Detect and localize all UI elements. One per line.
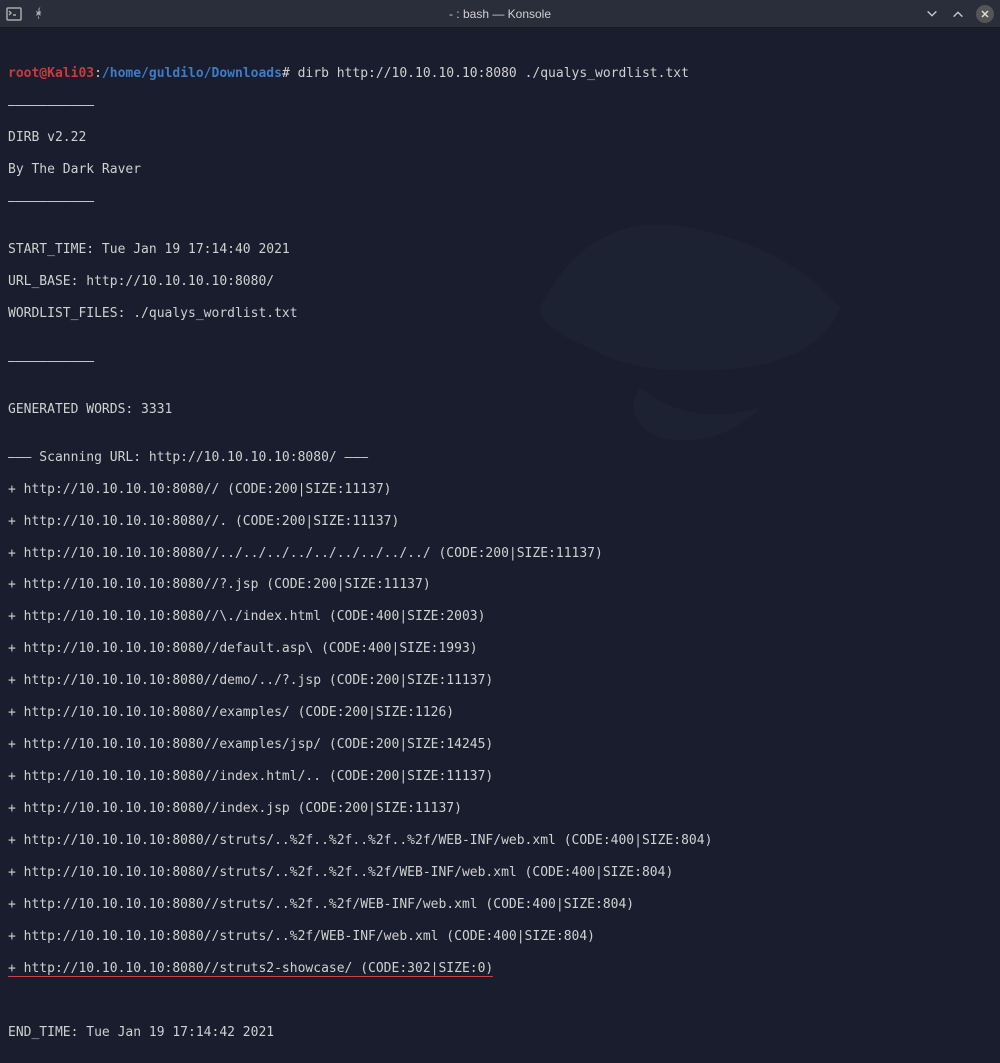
output-line: GENERATED WORDS: 3331	[8, 402, 992, 418]
output-line: + http://10.10.10.10:8080//. (CODE:200|S…	[8, 514, 992, 530]
output-line: START_TIME: Tue Jan 19 17:14:40 2021	[8, 242, 992, 258]
output-line: + http://10.10.10.10:8080//struts/..%2f.…	[8, 897, 992, 913]
output-line: + http://10.10.10.10:8080//examples/ (CO…	[8, 705, 992, 721]
output-line: + http://10.10.10.10:8080//struts/..%2f.…	[8, 865, 992, 881]
prompt-line: root@Kali03:/home/guldilo/Downloads# dir…	[8, 66, 689, 81]
output-line: + http://10.10.10.10:8080//default.asp\ …	[8, 641, 992, 657]
output-line: + http://10.10.10.10:8080//../../../../.…	[8, 546, 992, 562]
output-line-highlighted: + http://10.10.10.10:8080//struts2-showc…	[8, 961, 992, 977]
terminal-icon	[6, 6, 22, 22]
prompt-path: /home/guldilo/Downloads	[102, 66, 282, 81]
output-line: + http://10.10.10.10:8080//index.jsp (CO…	[8, 801, 992, 817]
window-titlebar: - : bash — Konsole	[0, 0, 1000, 28]
output-line: ———————————	[8, 194, 992, 210]
output-line: ———————————	[8, 98, 992, 114]
output-line: + http://10.10.10.10:8080//struts/..%2f.…	[8, 833, 992, 849]
window-title: - : bash — Konsole	[449, 7, 551, 21]
minimize-button[interactable]	[924, 6, 940, 22]
prompt-user-host: root@Kali03	[8, 66, 94, 81]
titlebar-right	[924, 5, 994, 23]
titlebar-left	[6, 6, 46, 22]
output-line: + http://10.10.10.10:8080//demo/../?.jsp…	[8, 673, 992, 689]
highlighted-result: + http://10.10.10.10:8080//struts2-showc…	[8, 961, 493, 977]
output-line: WORDLIST_FILES: ./qualys_wordlist.txt	[8, 306, 992, 322]
maximize-button[interactable]	[950, 6, 966, 22]
output-line: + http://10.10.10.10:8080//\./index.html…	[8, 609, 992, 625]
prompt-colon: :	[94, 66, 102, 81]
output-line: END_TIME: Tue Jan 19 17:14:42 2021	[8, 1025, 992, 1041]
output-line: + http://10.10.10.10:8080// (CODE:200|SI…	[8, 482, 992, 498]
pin-icon[interactable]	[30, 6, 46, 22]
prompt-hash: #	[282, 66, 290, 81]
output-line: ——— Scanning URL: http://10.10.10.10:808…	[8, 450, 992, 466]
terminal-output[interactable]: root@Kali03:/home/guldilo/Downloads# dir…	[0, 28, 1000, 1063]
output-line: + http://10.10.10.10:8080//index.html/..…	[8, 769, 992, 785]
output-line: URL_BASE: http://10.10.10.10:8080/	[8, 274, 992, 290]
command-text: dirb http://10.10.10.10:8080 ./qualys_wo…	[290, 66, 689, 81]
output-line: By The Dark Raver	[8, 162, 992, 178]
close-button[interactable]	[976, 5, 994, 23]
output-line: ———————————	[8, 354, 992, 370]
output-line: + http://10.10.10.10:8080//?.jsp (CODE:2…	[8, 577, 992, 593]
output-line: DIRB v2.22	[8, 130, 992, 146]
output-line: + http://10.10.10.10:8080//struts/..%2f/…	[8, 929, 992, 945]
output-line: + http://10.10.10.10:8080//examples/jsp/…	[8, 737, 992, 753]
